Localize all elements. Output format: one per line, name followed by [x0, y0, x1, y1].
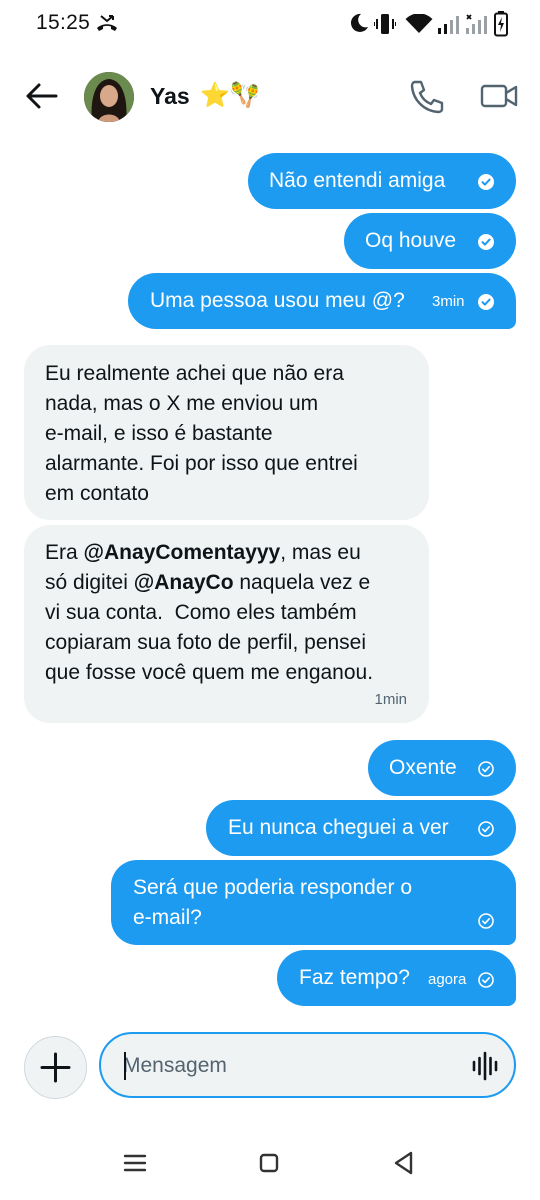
- do-not-disturb-moon-icon: [350, 13, 368, 32]
- status-time: 15:25: [36, 11, 91, 34]
- recent-apps-icon[interactable]: [122, 1152, 148, 1174]
- add-attachment-button[interactable]: [24, 1036, 87, 1099]
- message-text: Oq houve: [365, 229, 457, 252]
- contact-name[interactable]: Yas: [150, 83, 190, 110]
- avatar-photo: [84, 72, 134, 122]
- message-bubble-outgoing[interactable]: Oxente: [368, 740, 516, 796]
- read-check-icon: [478, 174, 494, 190]
- message-line: e-mail, e isso é bastante: [45, 422, 273, 445]
- mention-link[interactable]: @AnayComentayyy: [84, 541, 281, 564]
- voice-waveform-icon[interactable]: [471, 1051, 499, 1081]
- message-line: alarmante. Foi por isso que entrei: [45, 452, 358, 475]
- message-time: 3min: [432, 293, 465, 310]
- message-time: agora: [428, 971, 467, 988]
- message-text: Não entendi amiga: [269, 169, 446, 192]
- message-line: Será que poderia responder o: [133, 876, 413, 899]
- read-check-icon: [478, 294, 494, 310]
- message-time: 1min: [374, 691, 407, 708]
- message-text: Faz tempo?: [299, 966, 410, 989]
- back-triangle-icon[interactable]: [392, 1150, 416, 1176]
- plus-icon: [40, 1052, 71, 1083]
- signal-no-sim-icon: [466, 14, 487, 34]
- message-bubble-outgoing[interactable]: Eu nunca cheguei a ver: [206, 800, 516, 856]
- message-input[interactable]: [123, 1048, 453, 1084]
- message-bubble-incoming[interactable]: Eu realmente achei que não era nada, mas…: [24, 345, 429, 520]
- avatar[interactable]: [84, 72, 134, 122]
- message-bubble-outgoing[interactable]: Oq houve: [344, 213, 516, 269]
- sent-check-icon: [478, 972, 494, 988]
- contact-name-emojis: ⭐🪇: [200, 82, 260, 109]
- message-line: que fosse você quem me enganou.: [45, 661, 374, 684]
- message-bubble-outgoing[interactable]: Será que poderia responder o e-mail?: [111, 860, 516, 945]
- message-line: e-mail?: [133, 906, 202, 929]
- message-composer: [99, 1032, 516, 1098]
- missed-call-icon: [97, 15, 117, 31]
- message-line: Eu realmente achei que não era: [45, 362, 344, 385]
- message-bubble-outgoing[interactable]: Faz tempo? agora: [277, 950, 516, 1006]
- signal-icon: [438, 16, 459, 34]
- system-navigation-bar: [0, 1130, 540, 1200]
- text-caret: [124, 1052, 126, 1080]
- read-check-icon: [478, 234, 494, 250]
- message-text: Eu nunca cheguei a ver: [228, 816, 449, 839]
- message-line: Era @AnayComentayyy, mas eu: [45, 541, 361, 564]
- message-line: nada, mas o X me enviou um: [45, 392, 319, 415]
- vibrate-icon: [374, 14, 396, 34]
- message-line: copiaram sua foto de perfil, pensei: [45, 631, 367, 654]
- phone-icon[interactable]: [406, 78, 446, 114]
- battery-charging-icon: [494, 11, 508, 37]
- arrow-left-icon[interactable]: [22, 78, 62, 114]
- message-line: só digitei @AnayCo naquela vez e: [45, 571, 371, 594]
- status-bar: 15:25: [0, 0, 540, 48]
- sent-check-icon: [478, 913, 494, 929]
- mention-link[interactable]: @AnayCo: [134, 571, 234, 594]
- conversation-header: Yas ⭐🪇: [0, 64, 540, 128]
- message-text: Uma pessoa usou meu @?: [150, 289, 405, 312]
- message-bubble-outgoing[interactable]: Não entendi amiga: [248, 153, 516, 209]
- sent-check-icon: [478, 821, 494, 837]
- message-line: vi sua conta. Como eles também: [45, 601, 357, 624]
- message-bubble-outgoing[interactable]: Uma pessoa usou meu @? 3min: [128, 273, 516, 329]
- message-line: em contato: [45, 482, 149, 505]
- message-text: Oxente: [389, 756, 457, 779]
- sent-check-icon: [478, 761, 494, 777]
- message-bubble-incoming[interactable]: Era @AnayComentayyy, mas eu só digitei @…: [24, 525, 429, 723]
- video-camera-icon[interactable]: [478, 78, 520, 114]
- wifi-icon: [405, 14, 433, 33]
- home-icon[interactable]: [258, 1152, 280, 1174]
